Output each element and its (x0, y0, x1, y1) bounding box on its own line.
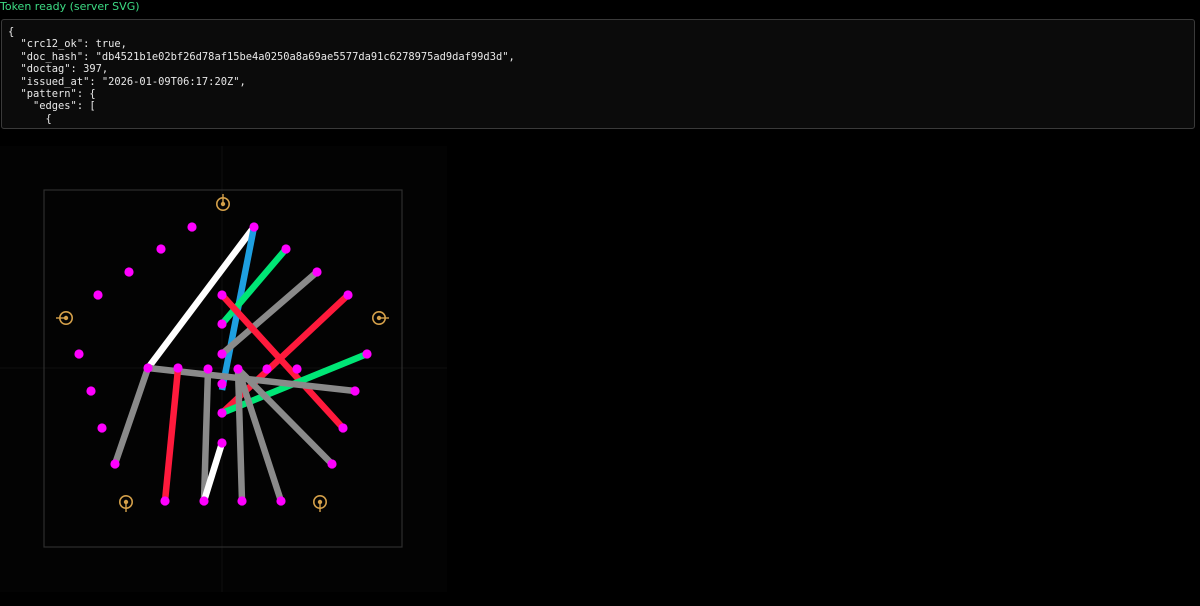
pattern-edge-gray (111, 366, 152, 466)
pattern-node (292, 364, 302, 374)
pattern-node (86, 386, 96, 396)
pattern-node (217, 438, 227, 448)
anchor-marker-icon (56, 311, 73, 326)
pattern-node (362, 349, 372, 359)
pattern-node (217, 349, 227, 359)
token-json-panel[interactable]: { "crc12_ok": true, "doc_hash": "db4521b… (1, 19, 1195, 129)
pattern-node (350, 386, 360, 396)
pattern-node (156, 244, 166, 254)
pattern-node (262, 364, 272, 374)
pattern-node (93, 290, 103, 300)
pattern-node (237, 496, 247, 506)
anchor-marker-icon (371, 311, 389, 326)
token-pattern-svg (0, 146, 447, 592)
token-status-text: Token ready (server SVG) (0, 0, 140, 13)
pattern-node (217, 408, 227, 418)
json-line: "doctag": 397, (8, 63, 109, 76)
pattern-node (110, 459, 120, 469)
json-line: "edges": [ (8, 100, 96, 113)
json-line: { (8, 112, 52, 125)
pattern-node (217, 290, 227, 300)
pattern-node (327, 459, 337, 469)
json-line: "doc_hash": "db4521b1e02bf26d78af15be4a0… (8, 50, 515, 63)
pattern-node (233, 364, 243, 374)
json-line: { (8, 26, 15, 38)
pattern-node (203, 364, 213, 374)
pattern-node (124, 267, 134, 277)
pattern-node (276, 496, 286, 506)
anchor-marker-icon (119, 494, 134, 512)
pattern-node (281, 244, 291, 254)
pattern-node (217, 379, 227, 389)
pattern-node (199, 496, 209, 506)
pattern-node (249, 222, 259, 232)
token-svg-canvas (0, 146, 447, 592)
json-line: "crc12_ok": true, (8, 38, 127, 51)
anchor-marker-icon (216, 194, 231, 211)
pattern-node (143, 363, 153, 373)
pattern-node (217, 319, 227, 329)
pattern-edge-red (161, 368, 182, 502)
pattern-node (343, 290, 353, 300)
pattern-node (74, 349, 84, 359)
pattern-node (312, 267, 322, 277)
json-line: "pattern": { (8, 87, 96, 100)
pattern-node (173, 363, 183, 373)
pattern-node (160, 496, 170, 506)
pattern-node (97, 423, 107, 433)
pattern-node (187, 222, 197, 232)
json-line: "issued_at": "2026-01-09T06:17:20Z", (8, 75, 246, 88)
anchor-marker-icon (312, 494, 327, 512)
pattern-node (338, 423, 348, 433)
